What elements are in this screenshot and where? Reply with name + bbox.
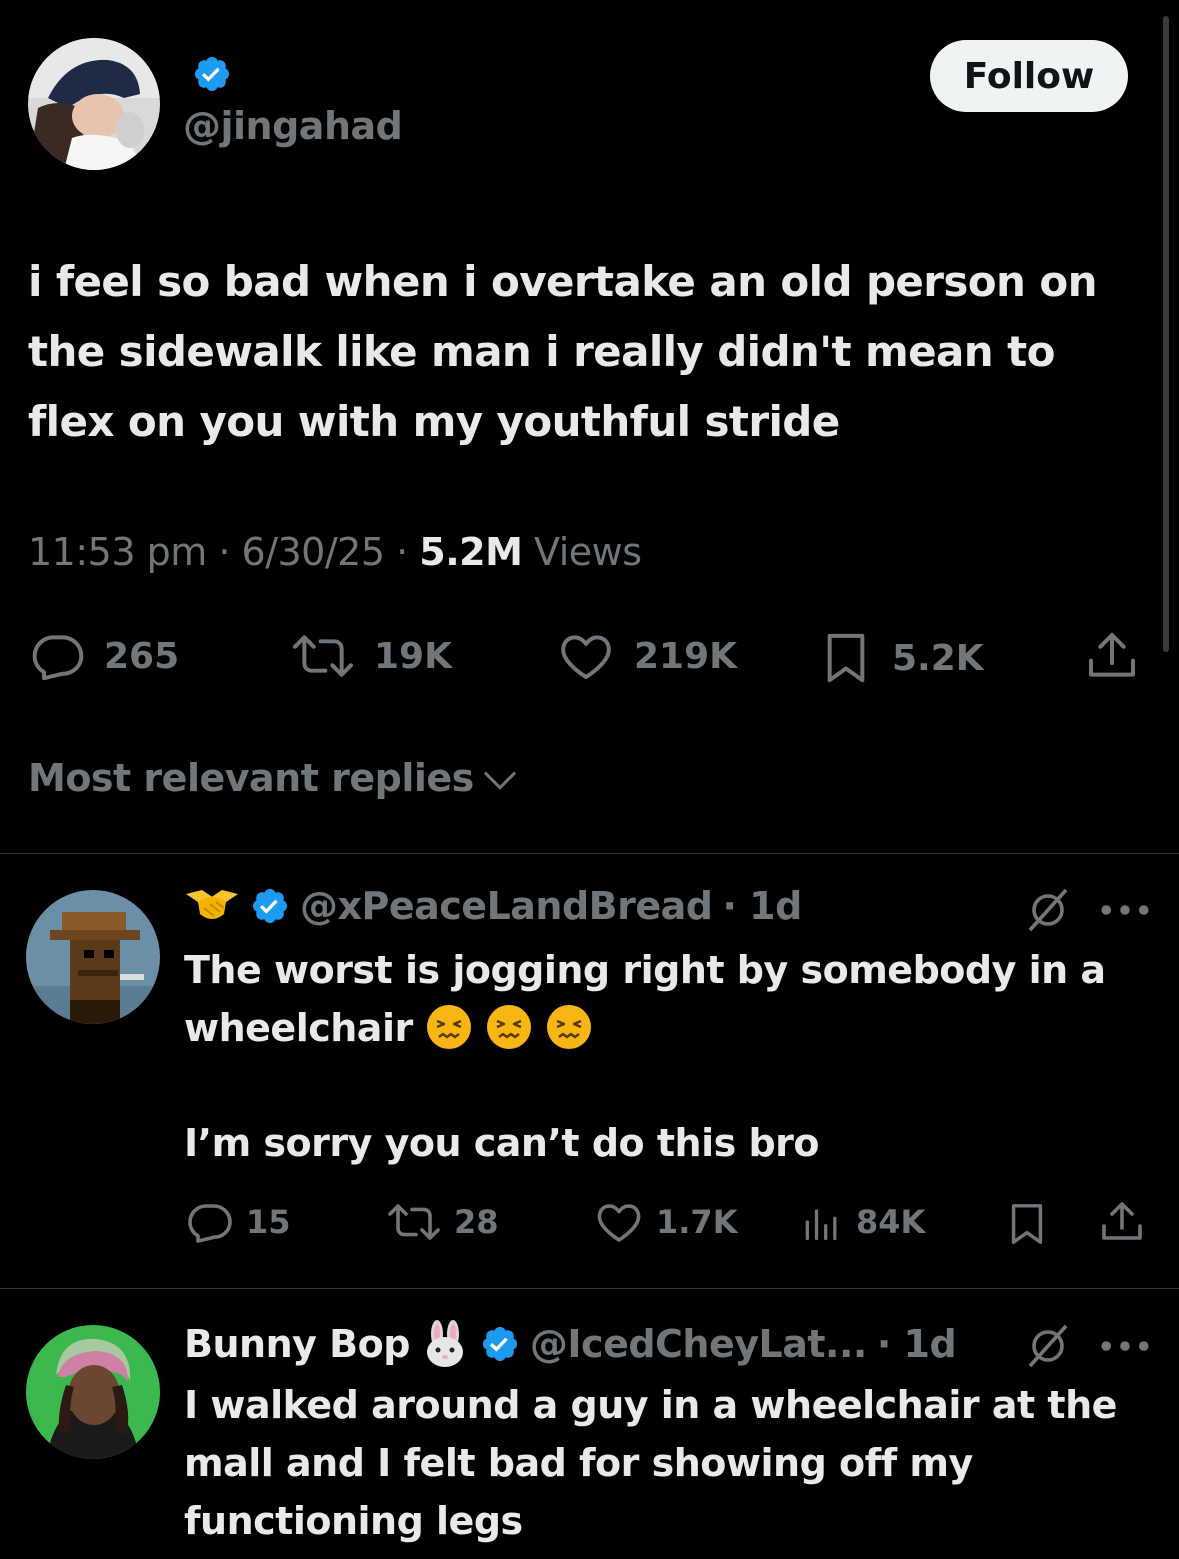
reply-time[interactable]: · 1d [723,884,803,928]
repost-button[interactable]: 19K [290,628,452,684]
tweet-date[interactable]: 6/30/25 [242,530,386,574]
bookmark-button[interactable]: 5.2K [818,628,984,688]
views-icon [805,1209,837,1241]
reply-author-name[interactable]: Bunny Bop [184,1322,410,1366]
reply-avatar[interactable] [26,1325,160,1459]
reply-time[interactable]: · 1d [877,1322,957,1366]
verified-badge-icon [194,56,230,92]
share-button[interactable] [1098,1198,1146,1246]
reply-avatar[interactable] [26,890,160,1024]
more-icon[interactable] [1100,900,1150,920]
chevron-down-icon [483,771,516,790]
confounded-emoji [486,1004,531,1049]
replies-sort-label: Most relevant replies [28,756,474,800]
handshake-emoji [186,890,238,919]
meta-separator: · [396,530,408,574]
like-icon [597,1204,641,1242]
tweet-detail-page: @jingahad Follow i feel so bad when i ov… [0,0,1179,1559]
scrollbar[interactable] [1163,16,1169,652]
reply-icon [188,1204,232,1243]
like-count: 219K [634,635,738,677]
like-icon [561,635,611,679]
bookmark-icon [827,633,865,683]
bookmark-count: 5.2K [892,637,984,679]
verified-badge-icon [252,888,288,924]
tweet-text: i feel so bad when i overtake an old per… [28,257,1098,446]
reply-count: 15 [246,1203,291,1241]
reply-count: 265 [104,635,180,677]
repost-count: 28 [454,1203,499,1241]
tweet-time[interactable]: 11:53 pm [28,530,207,574]
bookmark-button[interactable] [1004,1198,1050,1250]
reply-header: Bunny Bop @IcedCheyLat... · 1d [184,1320,966,1368]
divider [0,853,1179,854]
bookmark-icon [1011,1204,1043,1244]
reply-handle[interactable]: @xPeaceLandBread [300,884,713,928]
share-icon [1102,1202,1142,1240]
share-icon [1089,633,1135,677]
reply-text-line: I’m sorry you can’t do this bro [184,1121,820,1165]
more-icon[interactable] [1100,1336,1150,1356]
views-button[interactable]: 84K [800,1198,925,1246]
grok-icon[interactable] [1022,1322,1074,1370]
author-handle[interactable]: @jingahad [183,104,403,148]
author-avatar[interactable] [28,38,160,170]
tweet-meta: 11:53 pm · 6/30/25 · 5.2M Views [28,530,642,574]
like-count: 1.7K [656,1203,738,1241]
rabbit-emoji [426,1320,463,1367]
meta-separator: · [218,530,230,574]
like-button[interactable]: 219K [556,628,737,684]
reply-text: The worst is jogging right by somebody i… [184,941,1144,1057]
share-button[interactable] [1084,628,1140,684]
repost-count: 19K [374,635,452,677]
repost-icon [388,1204,440,1240]
reply-text-line: The worst is jogging right by somebody i… [184,948,1106,1050]
follow-button[interactable]: Follow [930,40,1128,112]
divider [0,1288,1179,1289]
verified-badge-icon [482,1326,517,1362]
like-button[interactable]: 1.7K [594,1198,737,1246]
grok-icon[interactable] [1022,886,1074,934]
views-count: 5.2M [419,530,523,574]
reply-handle[interactable]: @IcedCheyLat... [530,1322,867,1366]
views-count: 84K [856,1203,926,1241]
confounded-emoji [426,1004,471,1049]
replies-sort-dropdown[interactable]: Most relevant replies [28,756,520,800]
confounded-emoji [546,1004,591,1049]
repost-button[interactable]: 28 [386,1198,499,1246]
reply-button[interactable]: 265 [30,628,179,684]
reply-text: I walked around a guy in a wheelchair at… [184,1383,1117,1543]
views-label: Views [534,530,642,574]
reply-header: @xPeaceLandBread · 1d [184,884,812,928]
repost-icon [293,635,353,677]
reply-icon [32,635,84,681]
reply-button[interactable]: 15 [186,1198,291,1246]
